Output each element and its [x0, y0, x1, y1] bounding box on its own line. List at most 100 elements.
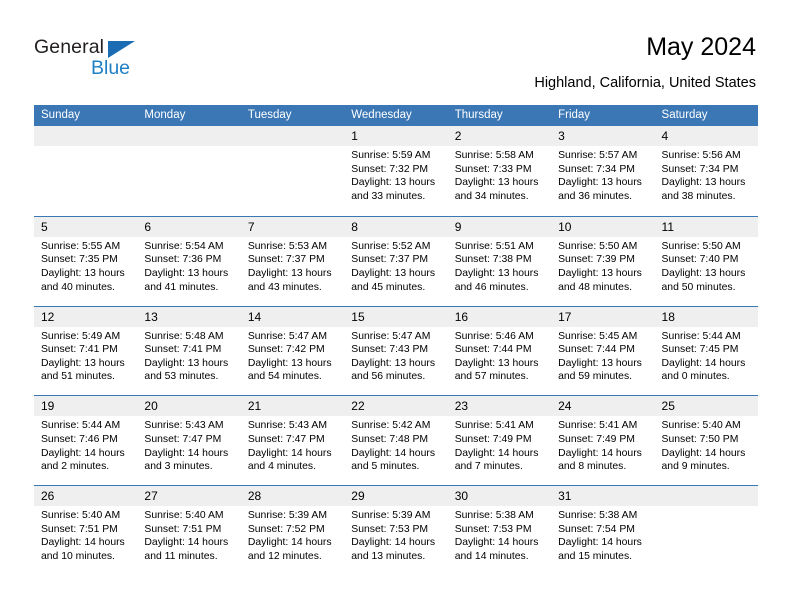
day-number: 12 — [41, 309, 55, 324]
day-cell[interactable]: 1 Sunrise: 5:59 AM Sunset: 7:32 PM Daylight… — [344, 126, 448, 216]
sunset-text: Sunset: 7:50 PM — [661, 433, 739, 445]
day-cell[interactable]: 31 Sunrise: 5:38 AM Sunset: 7:54 PM Dayligh… — [551, 486, 655, 575]
day-number-band — [654, 486, 758, 507]
day-details: Sunrise: 5:51 AM Sunset: 7:38 PM Daylight:… — [448, 237, 551, 294]
sunrise-text: Sunrise: 5:38 AM — [558, 510, 638, 522]
day-cell[interactable]: 10 Sunrise: 5:50 AM Sunset: 7:39 PM Dayligh… — [551, 216, 655, 306]
daylight-text: Daylight: 13 hours and 45 minutes. — [351, 267, 436, 293]
sunset-text: Sunset: 7:44 PM — [558, 344, 635, 356]
day-cell[interactable]: 7 Sunrise: 5:53 AM Sunset: 7:37 PM Daylight… — [240, 216, 345, 306]
day-cell[interactable]: 12 Sunrise: 5:49 AM Sunset: 7:41 PM Dayligh… — [34, 306, 138, 396]
sunrise-text: Sunrise: 5:45 AM — [558, 330, 638, 342]
sunrise-text: Sunrise: 5:57 AM — [558, 150, 638, 161]
daylight-text: Daylight: 14 hours and 4 minutes. — [247, 447, 332, 473]
day-cell[interactable]: 5 Sunrise: 5:55 AM Sunset: 7:35 PM Daylight… — [34, 216, 138, 306]
day-number: 17 — [558, 309, 572, 324]
day-cell[interactable]: 21 Sunrise: 5:43 AM Sunset: 7:47 PM Dayligh… — [240, 396, 345, 486]
day-cell[interactable]: 27 Sunrise: 5:40 AM Sunset: 7:51 PM Dayligh… — [137, 486, 241, 575]
sunset-text: Sunset: 7:53 PM — [351, 523, 429, 535]
day-number: 4 — [661, 129, 669, 143]
weekday-header-tuesday: Tuesday — [247, 109, 292, 121]
day-cell[interactable]: 15 Sunrise: 5:47 AM Sunset: 7:43 PM Dayligh… — [344, 306, 448, 396]
day-cell[interactable]: 19 Sunrise: 5:44 AM Sunset: 7:46 PM Dayligh… — [34, 396, 138, 486]
day-details: Sunrise: 5:56 AM Sunset: 7:34 PM Daylight:… — [655, 146, 758, 203]
sunset-text: Sunset: 7:49 PM — [558, 433, 635, 445]
day-cell[interactable]: 6 Sunrise: 5:54 AM Sunset: 7:36 PM Daylight… — [137, 216, 241, 306]
day-number-band: 20 — [137, 396, 241, 417]
logo-generalblue[interactable]: General Blue — [34, 36, 214, 84]
sunset-text: Sunset: 7:46 PM — [41, 433, 118, 445]
calendar-week-row: 26 Sunrise: 5:40 AM Sunset: 7:51 PM Dayligh… — [34, 485, 758, 575]
sunrise-text: Sunrise: 5:41 AM — [558, 420, 638, 432]
weekday-header-wednesday: Wednesday — [351, 109, 412, 121]
day-number-band: 13 — [137, 306, 241, 327]
day-cell[interactable]: 9 Sunrise: 5:51 AM Sunset: 7:38 PM Daylight… — [447, 216, 552, 306]
day-cell[interactable]: 30 Sunrise: 5:38 AM Sunset: 7:53 PM Dayligh… — [447, 486, 552, 575]
day-number: 21 — [247, 399, 262, 414]
day-cell[interactable]: 2 Sunrise: 5:58 AM Sunset: 7:33 PM Daylight… — [447, 126, 552, 216]
day-cell[interactable]: 28 Sunrise: 5:39 AM Sunset: 7:52 PM Dayligh… — [240, 486, 345, 575]
sunrise-text: Sunrise: 5:54 AM — [144, 240, 224, 252]
daylight-text: Daylight: 14 hours and 9 minutes. — [661, 447, 746, 473]
day-number: 18 — [661, 309, 675, 324]
day-cell[interactable]: 18 Sunrise: 5:44 AM Sunset: 7:45 PM Dayligh… — [654, 306, 758, 396]
day-cell[interactable]: 4 Sunrise: 5:56 AM Sunset: 7:34 PM Daylight… — [654, 126, 758, 216]
sunset-text: Sunset: 7:54 PM — [558, 523, 635, 535]
day-cell[interactable]: 20 Sunrise: 5:43 AM Sunset: 7:47 PM Dayligh… — [137, 396, 241, 486]
weekday-header-sunday: Sunday — [41, 109, 81, 121]
sunrise-text: Sunrise: 5:43 AM — [247, 420, 327, 432]
day-cell[interactable]: 3 Sunrise: 5:57 AM Sunset: 7:34 PM Daylight… — [551, 126, 655, 216]
day-details: Sunrise: 5:40 AM Sunset: 7:51 PM Daylight:… — [34, 506, 137, 563]
sunrise-text: Sunrise: 5:52 AM — [351, 240, 431, 252]
day-cell[interactable]: 26 Sunrise: 5:40 AM Sunset: 7:51 PM Dayligh… — [34, 486, 138, 575]
day-number: 8 — [351, 219, 358, 234]
sunset-text: Sunset: 7:47 PM — [247, 433, 325, 445]
daylight-text: Daylight: 14 hours and 5 minutes. — [351, 447, 436, 473]
day-number-band — [137, 126, 241, 146]
weekday-header-monday: Monday — [144, 109, 186, 121]
day-cell[interactable]: 22 Sunrise: 5:42 AM Sunset: 7:48 PM Dayligh… — [344, 396, 448, 486]
day-details: Sunrise: 5:57 AM Sunset: 7:34 PM Daylight:… — [551, 146, 654, 203]
day-cell[interactable]: 25 Sunrise: 5:40 AM Sunset: 7:50 PM Dayligh… — [654, 396, 758, 486]
day-number: 28 — [247, 489, 262, 504]
day-cell[interactable]: 11 Sunrise: 5:50 AM Sunset: 7:40 PM Dayligh… — [654, 216, 758, 306]
sunrise-text: Sunrise: 5:48 AM — [144, 330, 224, 342]
day-details: Sunrise: 5:41 AM Sunset: 7:49 PM Daylight:… — [448, 416, 551, 473]
day-details: Sunrise: 5:48 AM Sunset: 7:41 PM Daylight:… — [137, 327, 240, 384]
day-cell[interactable]: 16 Sunrise: 5:46 AM Sunset: 7:44 PM Dayligh… — [447, 306, 552, 396]
day-cell[interactable]: 24 Sunrise: 5:41 AM Sunset: 7:49 PM Dayligh… — [551, 396, 655, 486]
daylight-text: Daylight: 13 hours and 34 minutes. — [454, 177, 539, 202]
day-number-band: 9 — [447, 216, 552, 237]
day-number: 27 — [144, 489, 158, 504]
day-number: 10 — [558, 219, 572, 234]
day-number: 13 — [144, 309, 158, 324]
day-cell[interactable]: 29 Sunrise: 5:39 AM Sunset: 7:53 PM Dayligh… — [344, 486, 448, 575]
day-number-band — [34, 126, 138, 146]
sunset-text: Sunset: 7:32 PM — [351, 163, 429, 175]
daylight-text: Daylight: 13 hours and 48 minutes. — [558, 267, 642, 293]
day-details: Sunrise: 5:43 AM Sunset: 7:47 PM Daylight:… — [137, 416, 240, 473]
day-number-band: 8 — [344, 216, 448, 237]
day-cell[interactable]: 8 Sunrise: 5:52 AM Sunset: 7:37 PM Daylight… — [344, 216, 448, 306]
day-details: Sunrise: 5:52 AM Sunset: 7:37 PM Daylight:… — [344, 237, 447, 294]
sunrise-text: Sunrise: 5:58 AM — [454, 150, 534, 161]
sunrise-text: Sunrise: 5:50 AM — [661, 240, 741, 252]
day-number: 9 — [454, 219, 462, 234]
day-cell[interactable]: 17 Sunrise: 5:45 AM Sunset: 7:44 PM Dayligh… — [551, 306, 655, 396]
sunset-text: Sunset: 7:51 PM — [41, 523, 118, 535]
day-details: Sunrise: 5:41 AM Sunset: 7:49 PM Daylight:… — [551, 416, 654, 473]
day-number-band: 17 — [551, 306, 655, 327]
daylight-text: Daylight: 14 hours and 10 minutes. — [41, 537, 125, 562]
day-cell[interactable]: 14 Sunrise: 5:47 AM Sunset: 7:42 PM Dayligh… — [240, 306, 345, 396]
day-number: 29 — [351, 489, 365, 504]
daylight-text: Daylight: 13 hours and 40 minutes. — [41, 267, 125, 293]
day-number-band: 12 — [34, 306, 138, 327]
weekday-header-row: Sunday Monday Tuesday Wednesday Thursday Frid… — [34, 105, 758, 126]
day-cell[interactable]: 13 Sunrise: 5:48 AM Sunset: 7:41 PM Dayligh… — [137, 306, 241, 396]
page-title: May 2024 — [646, 33, 756, 61]
day-cell[interactable]: 23 Sunrise: 5:41 AM Sunset: 7:49 PM Dayligh… — [447, 396, 552, 486]
day-cell-empty — [654, 486, 758, 575]
day-number-band: 3 — [551, 126, 655, 146]
sunset-text: Sunset: 7:42 PM — [247, 344, 325, 356]
day-details: Sunrise: 5:38 AM Sunset: 7:54 PM Daylight:… — [551, 506, 654, 563]
